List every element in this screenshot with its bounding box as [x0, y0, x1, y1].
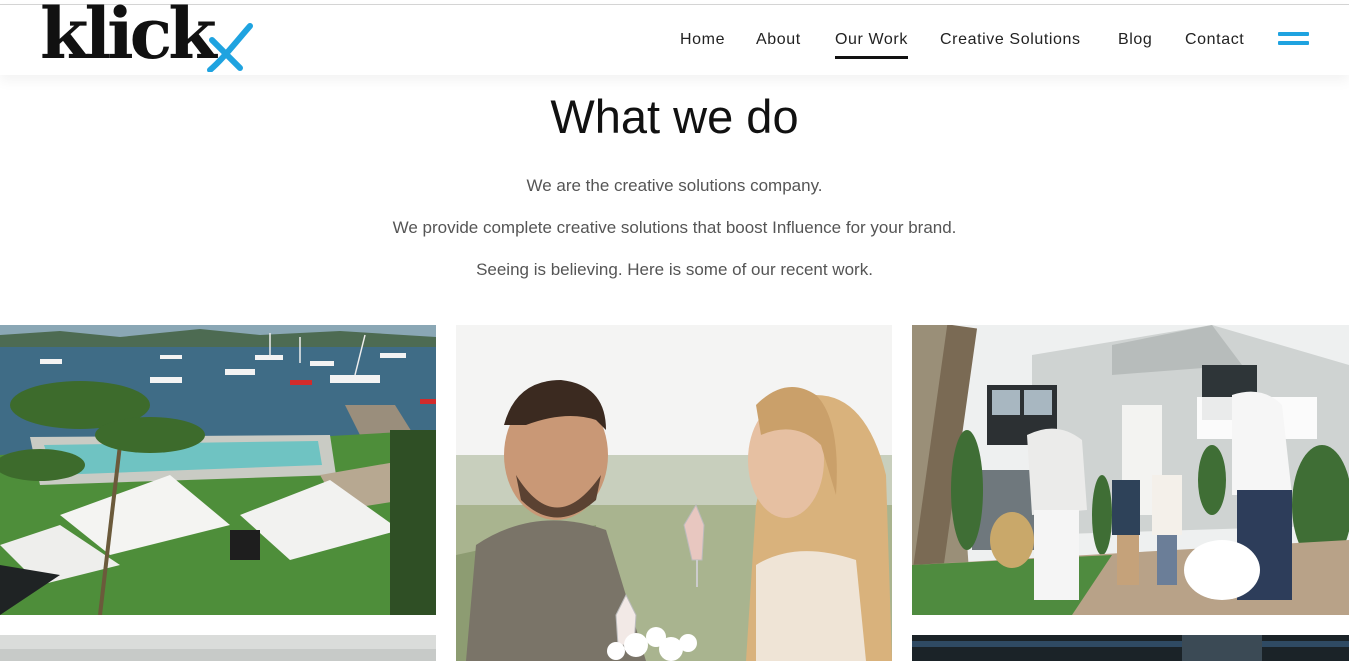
- portfolio-tile-row2-left[interactable]: [0, 635, 436, 661]
- logo-x-mark: [207, 23, 253, 72]
- klickx-logo[interactable]: klick: [40, 0, 255, 76]
- portfolio-photo: [0, 635, 436, 661]
- nav-contact[interactable]: Contact: [1185, 29, 1244, 51]
- portfolio-tile-couple-wine[interactable]: [456, 325, 892, 661]
- site-header: klick Home About Our Work Creative Solut…: [0, 0, 1349, 76]
- page-title: What we do: [550, 90, 799, 143]
- couple-wine-photo: [456, 325, 892, 661]
- hamburger-bar: [1278, 32, 1309, 36]
- logo-wordmark: klick: [40, 0, 217, 75]
- hamburger-menu-icon[interactable]: [1278, 32, 1309, 48]
- intro-paragraph: We provide complete creative solutions t…: [392, 218, 957, 237]
- harbour-pool-photo: [0, 325, 436, 615]
- portfolio-tile-row2-right[interactable]: [912, 635, 1349, 661]
- nav-about[interactable]: About: [756, 29, 801, 51]
- portfolio-photo: [912, 635, 1349, 661]
- intro-paragraph: We are the creative solutions company.: [526, 176, 823, 195]
- nav-creative-solutions[interactable]: Creative Solutions: [940, 29, 1081, 51]
- portfolio-tile-family-home[interactable]: [912, 325, 1349, 615]
- nav-our-work[interactable]: Our Work: [835, 29, 908, 59]
- intro-paragraph: Seeing is believing. Here is some of our…: [476, 260, 873, 279]
- nav-home[interactable]: Home: [680, 29, 725, 51]
- family-home-photo: [912, 325, 1349, 615]
- hamburger-bar: [1278, 41, 1309, 45]
- portfolio-tile-harbour-pool[interactable]: [0, 325, 436, 615]
- nav-blog[interactable]: Blog: [1118, 29, 1152, 51]
